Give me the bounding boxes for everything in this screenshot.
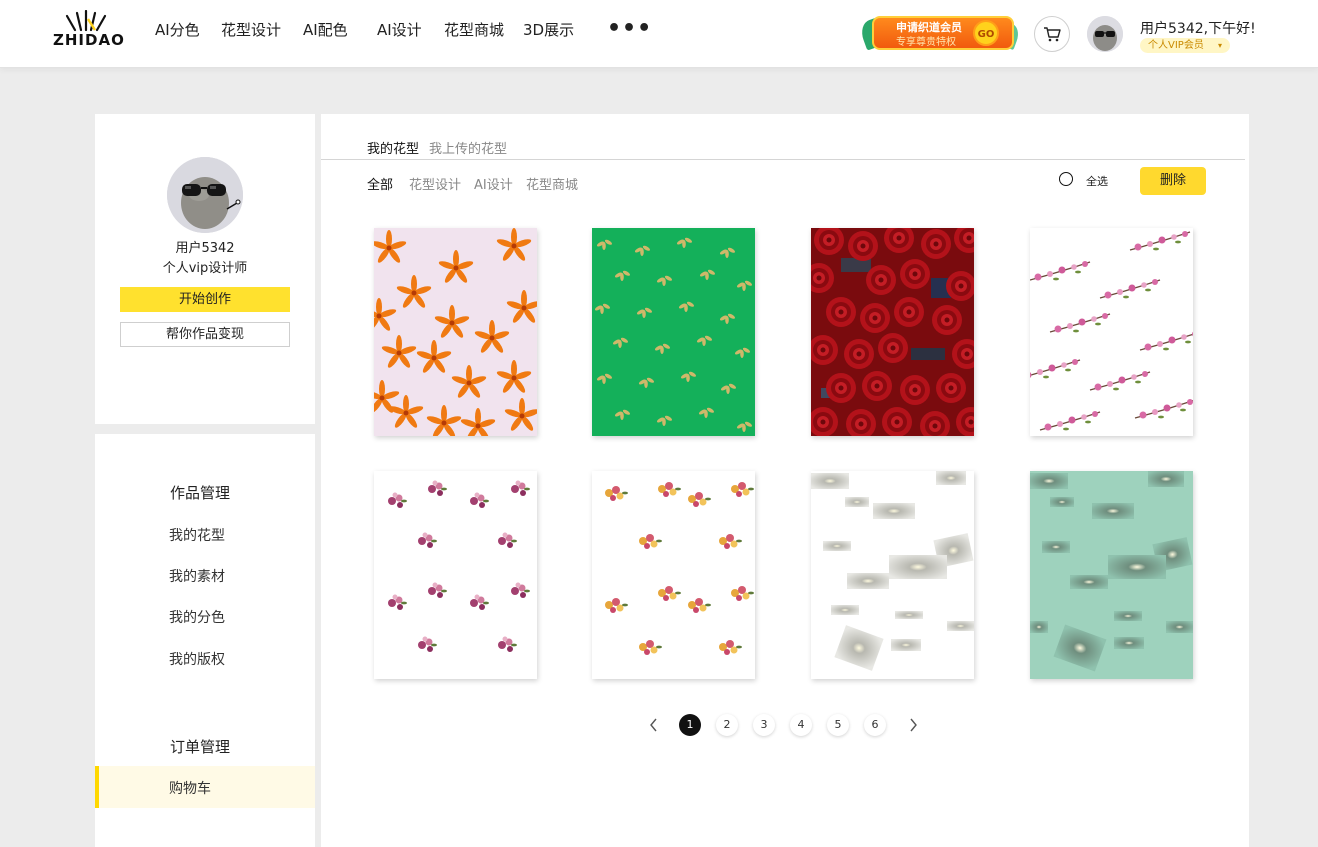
nav-pattern-design[interactable]: 花型设计 bbox=[221, 19, 281, 40]
cart-icon bbox=[1044, 27, 1061, 42]
sidebar-menu: 作品管理 我的花型 我的素材 我的分色 我的版权 订单管理 购物车 bbox=[95, 434, 315, 847]
profile-avatar[interactable] bbox=[167, 157, 243, 233]
sidebar-item-my-patterns[interactable]: 我的花型 bbox=[169, 525, 225, 545]
pattern-card[interactable] bbox=[374, 471, 537, 679]
profile-name: 用户5342 bbox=[175, 241, 235, 256]
filter-all[interactable]: 全部 bbox=[367, 174, 393, 193]
logo-mark-icon bbox=[65, 10, 107, 32]
page-button[interactable]: 1 bbox=[679, 714, 701, 736]
tab-uploaded-patterns[interactable]: 我上传的花型 bbox=[429, 138, 507, 157]
user-greeting: 用户5342,下午好! bbox=[1140, 21, 1256, 37]
works-management-heading: 作品管理 bbox=[170, 484, 231, 502]
chevron-right-icon bbox=[910, 718, 917, 732]
profile-card: 用户5342 个人vip设计师 开始创作 帮你作品变现 bbox=[95, 114, 315, 424]
profile-role: 个人vip设计师 bbox=[162, 261, 248, 276]
sidebar-item-my-separations[interactable]: 我的分色 bbox=[169, 607, 225, 627]
nav-pattern-mall[interactable]: 花型商城 bbox=[444, 19, 504, 40]
pattern-thumbnail-pink-blossom bbox=[1030, 228, 1193, 436]
stone-mascot-icon bbox=[167, 157, 243, 233]
pattern-card[interactable] bbox=[592, 471, 755, 679]
page-button[interactable]: 2 bbox=[716, 714, 738, 736]
radio-icon[interactable] bbox=[1059, 172, 1073, 186]
logo-text: ZHIDAO bbox=[53, 31, 125, 49]
select-all-toggle[interactable]: 全选 bbox=[1059, 172, 1119, 188]
page-button[interactable]: 4 bbox=[790, 714, 812, 736]
nav-ai-coloring[interactable]: AI配色 bbox=[303, 19, 348, 40]
stone-mascot-icon bbox=[1087, 16, 1123, 52]
caret-down-icon: ▾ bbox=[1217, 41, 1222, 50]
filter-ai-design[interactable]: AI设计 bbox=[474, 174, 513, 193]
sidebar-item-my-materials[interactable]: 我的素材 bbox=[169, 566, 225, 586]
tab-divider bbox=[321, 159, 1245, 160]
pattern-thumbnail-red-rose bbox=[811, 228, 974, 436]
select-all-label: 全选 bbox=[1086, 175, 1108, 188]
sidebar-item-label: 购物车 bbox=[169, 781, 211, 797]
more-menu-icon[interactable]: ••• bbox=[607, 17, 652, 41]
vip-level-dropdown[interactable]: 个人VIP会员 ▾ bbox=[1140, 38, 1230, 53]
sidebar-item-my-copyrights[interactable]: 我的版权 bbox=[169, 649, 225, 669]
pattern-thumbnail-grey-tiles bbox=[811, 471, 974, 679]
prev-page-button[interactable] bbox=[644, 714, 664, 736]
next-page-button[interactable] bbox=[903, 714, 923, 736]
filter-pattern-mall[interactable]: 花型商城 bbox=[526, 174, 578, 193]
sidebar-item-cart[interactable]: 购物车 bbox=[95, 766, 315, 808]
monetize-works-button[interactable]: 帮你作品变现 bbox=[120, 322, 290, 347]
page-button[interactable]: 3 bbox=[753, 714, 775, 736]
page-button[interactable]: 5 bbox=[827, 714, 849, 736]
pattern-thumbnail-golden-leaf bbox=[592, 228, 755, 436]
pattern-card[interactable] bbox=[1030, 471, 1193, 679]
pattern-card[interactable] bbox=[1030, 228, 1193, 436]
pattern-card[interactable] bbox=[811, 471, 974, 679]
nav-ai-separation[interactable]: AI分色 bbox=[155, 19, 200, 40]
top-header: ZHIDAO AI分色 花型设计 AI配色 AI设计 花型商城 3D展示 •••… bbox=[0, 0, 1318, 68]
cart-button[interactable] bbox=[1034, 16, 1070, 52]
vip-level-label: 个人VIP会员 bbox=[1148, 40, 1204, 51]
pattern-card[interactable] bbox=[592, 228, 755, 436]
filter-pattern-design[interactable]: 花型设计 bbox=[409, 174, 461, 193]
start-creating-button[interactable]: 开始创作 bbox=[120, 287, 290, 312]
order-management-heading: 订单管理 bbox=[170, 738, 231, 756]
delete-button[interactable]: 删除 bbox=[1140, 167, 1206, 195]
pattern-thumbnail-orange-lily bbox=[374, 228, 537, 436]
pagination: 1 2 3 4 5 6 bbox=[321, 714, 1249, 736]
tab-my-patterns[interactable]: 我的花型 bbox=[367, 138, 419, 157]
pattern-thumbnail-mint-tiles bbox=[1030, 471, 1193, 679]
nav-ai-design[interactable]: AI设计 bbox=[377, 19, 422, 40]
pattern-card[interactable] bbox=[811, 228, 974, 436]
chevron-left-icon bbox=[650, 718, 657, 732]
vip-go-button[interactable]: GO bbox=[973, 20, 999, 46]
pattern-thumbnail-mauve-floral bbox=[374, 471, 537, 679]
page-button[interactable]: 6 bbox=[864, 714, 886, 736]
vip-apply-banner[interactable]: 申请织道会员 专享尊贵特权 GO bbox=[857, 14, 1022, 54]
user-avatar[interactable] bbox=[1087, 16, 1123, 52]
vip-banner-subtitle: 专享尊贵特权 bbox=[896, 37, 956, 48]
main-panel: 我的花型 我上传的花型 全部 花型设计 AI设计 花型商城 全选 删除 1 2 … bbox=[321, 114, 1249, 847]
brand-logo[interactable]: ZHIDAO bbox=[53, 10, 129, 50]
nav-3d-display[interactable]: 3D展示 bbox=[523, 19, 574, 40]
pattern-card[interactable] bbox=[374, 228, 537, 436]
pattern-thumbnail-warm-floral bbox=[592, 471, 755, 679]
